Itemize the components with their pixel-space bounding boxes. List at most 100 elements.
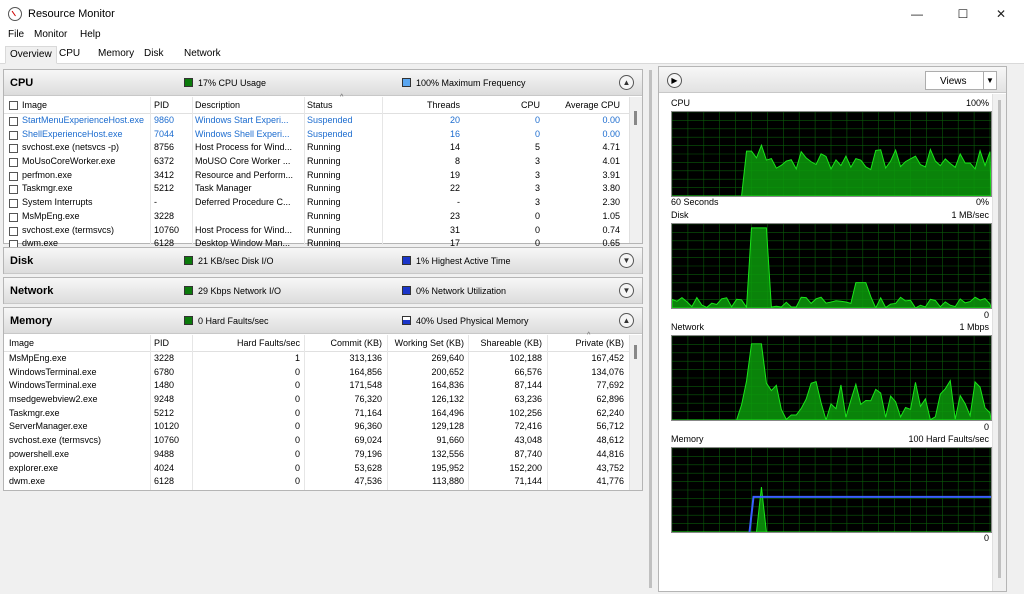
- cell-shareable: 87,740: [514, 448, 542, 459]
- minimize-button[interactable]: —: [894, 2, 940, 26]
- select-all-checkbox[interactable]: [9, 101, 18, 110]
- cell-pid: 5212: [154, 183, 175, 194]
- cell-pid: 3228: [154, 353, 175, 363]
- col-commit[interactable]: Commit (KB): [304, 335, 383, 352]
- cell-working-set: 269,640: [431, 353, 464, 363]
- dropdown-arrow-icon[interactable]: ▼: [983, 72, 996, 89]
- cell-threads: 23: [449, 210, 460, 221]
- cell-image: WindowsTerminal.exe: [9, 366, 97, 377]
- disk-section-header[interactable]: Disk 21 KB/sec Disk I/O 1% Highest Activ…: [4, 248, 642, 274]
- scroll-thumb[interactable]: [634, 111, 637, 125]
- table-row[interactable]: ServerManager.exe 10120 0 96,360 129,128 72,4…: [4, 420, 630, 434]
- table-row[interactable]: StartMenuExperienceHost.exe 9860 Windows S…: [4, 114, 630, 128]
- col-cpu[interactable]: CPU: [464, 97, 540, 114]
- table-row[interactable]: WindowsTerminal.exe 1480 0 171,548 164,836 87…: [4, 379, 630, 393]
- memory-section-header[interactable]: Memory 0 Hard Faults/sec 40% Used Physic…: [4, 308, 642, 334]
- row-checkbox[interactable]: [9, 199, 18, 209]
- table-row[interactable]: WindowsTerminal.exe 6780 0 164,856 200,652 66…: [4, 366, 630, 380]
- tab-disk[interactable]: Disk: [140, 46, 167, 64]
- cell-description: Resource and Perform...: [195, 169, 294, 180]
- table-row[interactable]: svchost.exe (netsvcs -p) 8756 Host Process…: [4, 141, 630, 155]
- table-row[interactable]: Taskmgr.exe 5212 Task Manager Running 22 3 3.8…: [4, 182, 630, 196]
- col-image[interactable]: Image: [9, 335, 144, 352]
- menu-file[interactable]: File: [8, 29, 24, 40]
- expand-network-chevron-down-icon[interactable]: ▼: [619, 283, 634, 298]
- chevron-right-icon[interactable]: ▶: [667, 73, 682, 88]
- tab-cpu[interactable]: CPU: [55, 46, 84, 64]
- scroll-thumb[interactable]: [649, 70, 652, 588]
- resource-monitor-icon: [8, 7, 22, 21]
- row-checkbox[interactable]: [9, 158, 18, 168]
- table-row[interactable]: MsMpEng.exe 3228 Running 23 0 1.05: [4, 210, 630, 224]
- row-checkbox[interactable]: [9, 144, 18, 154]
- cell-working-set: 113,880: [432, 476, 464, 487]
- cpu-section-header[interactable]: CPU 17% CPU Usage 100% Maximum Frequency…: [4, 70, 642, 96]
- row-checkbox[interactable]: [9, 130, 18, 140]
- col-pid[interactable]: PID: [154, 97, 189, 114]
- cell-average-cpu: 0.74: [602, 224, 620, 235]
- table-row[interactable]: System Interrupts - Deferred Procedure C..…: [4, 196, 630, 210]
- memory-table-scrollbar[interactable]: [629, 335, 642, 490]
- cell-cpu: 3: [534, 169, 540, 180]
- row-checkbox[interactable]: [9, 212, 18, 222]
- disk-io-text: 21 KB/sec Disk I/O: [198, 256, 274, 266]
- menu-monitor[interactable]: Monitor: [34, 29, 67, 40]
- cell-pid: -: [154, 197, 157, 208]
- table-row[interactable]: powershell.exe 9488 0 79,196 132,556 87,740 44…: [4, 448, 630, 462]
- row-checkbox[interactable]: [9, 185, 18, 195]
- table-row[interactable]: Taskmgr.exe 5212 0 71,164 164,496 102,256 62,2…: [4, 407, 630, 421]
- table-row[interactable]: ShellExperienceHost.exe 7044 Windows Shell…: [4, 128, 630, 142]
- row-checkbox[interactable]: [9, 117, 18, 126]
- row-checkbox[interactable]: [9, 171, 18, 181]
- graph-pane-scrollbar[interactable]: [992, 94, 1006, 591]
- col-working-set[interactable]: Working Set (KB): [384, 335, 464, 352]
- graph-pane: ▶ Views ▼ CPU 100% 60 Seconds 0% Disk 1 …: [658, 66, 1007, 592]
- close-button[interactable]: ✕: [978, 2, 1024, 26]
- cell-image: MoUsoCoreWorker.exe: [22, 156, 116, 167]
- cell-cpu: 5: [534, 142, 540, 153]
- views-label: Views: [940, 76, 967, 87]
- col-description[interactable]: Description: [195, 97, 300, 114]
- tab-network[interactable]: Network: [180, 46, 225, 64]
- tab-memory[interactable]: Memory: [94, 46, 138, 64]
- cell-threads: 19: [449, 169, 460, 180]
- cell-pid: 10760: [154, 435, 180, 446]
- cell-working-set: 195,952: [431, 462, 464, 473]
- table-row[interactable]: MoUsoCoreWorker.exe 6372 MoUSO Core Worker…: [4, 155, 630, 169]
- cell-shareable: 72,416: [514, 421, 542, 432]
- menu-help[interactable]: Help: [80, 29, 101, 40]
- col-hard-faults[interactable]: Hard Faults/sec: [195, 335, 300, 352]
- network-section-header[interactable]: Network 29 Kbps Network I/O 0% Network U…: [4, 278, 642, 304]
- col-private[interactable]: Private (KB): [544, 335, 624, 352]
- collapse-memory-chevron-up-icon[interactable]: ▲: [619, 313, 634, 328]
- col-average-cpu[interactable]: Average CPU: [544, 97, 620, 114]
- views-dropdown[interactable]: Views ▼: [925, 71, 997, 90]
- table-row[interactable]: perfmon.exe 3412 Resource and Perform... Ru…: [4, 169, 630, 183]
- cell-private: 48,612: [596, 435, 624, 446]
- scroll-thumb[interactable]: [634, 345, 637, 359]
- table-row[interactable]: MsMpEng.exe 3228 1 313,136 269,640 102,188 167…: [4, 352, 630, 366]
- cpu-table-scrollbar[interactable]: [629, 97, 642, 243]
- tab-overview[interactable]: Overview: [5, 46, 57, 64]
- table-row[interactable]: svchost.exe (termsvcs) 10760 Host Process …: [4, 224, 630, 238]
- expand-disk-chevron-down-icon[interactable]: ▼: [619, 253, 634, 268]
- col-pid[interactable]: PID: [154, 335, 189, 352]
- col-threads[interactable]: Threads: [384, 97, 460, 114]
- collapse-cpu-chevron-up-icon[interactable]: ▲: [619, 75, 634, 90]
- cell-pid: 3412: [154, 169, 175, 180]
- cell-description: Windows Start Experi...: [195, 115, 289, 125]
- scroll-thumb[interactable]: [998, 100, 1001, 578]
- network-utilization-text: 0% Network Utilization: [416, 286, 507, 296]
- cell-average-cpu: 3.91: [602, 169, 620, 180]
- col-image[interactable]: Image: [22, 97, 147, 114]
- cell-commit: 171,548: [349, 380, 382, 391]
- table-row[interactable]: msedgewebview2.exe 9248 0 76,320 126,132 63,2…: [4, 393, 630, 407]
- table-row[interactable]: dwm.exe 6128 0 47,536 113,880 71,144 41,776: [4, 475, 630, 489]
- table-row[interactable]: svchost.exe (termsvcs) 10760 0 69,024 91,660…: [4, 434, 630, 448]
- cell-description: Windows Shell Experi...: [195, 128, 290, 139]
- row-checkbox[interactable]: [9, 226, 18, 236]
- table-row[interactable]: explorer.exe 4024 0 53,628 195,952 152,200 43,…: [4, 462, 630, 476]
- cell-private: 62,240: [596, 407, 624, 418]
- left-pane-scrollbar[interactable]: [645, 66, 657, 592]
- col-shareable[interactable]: Shareable (KB): [466, 335, 542, 352]
